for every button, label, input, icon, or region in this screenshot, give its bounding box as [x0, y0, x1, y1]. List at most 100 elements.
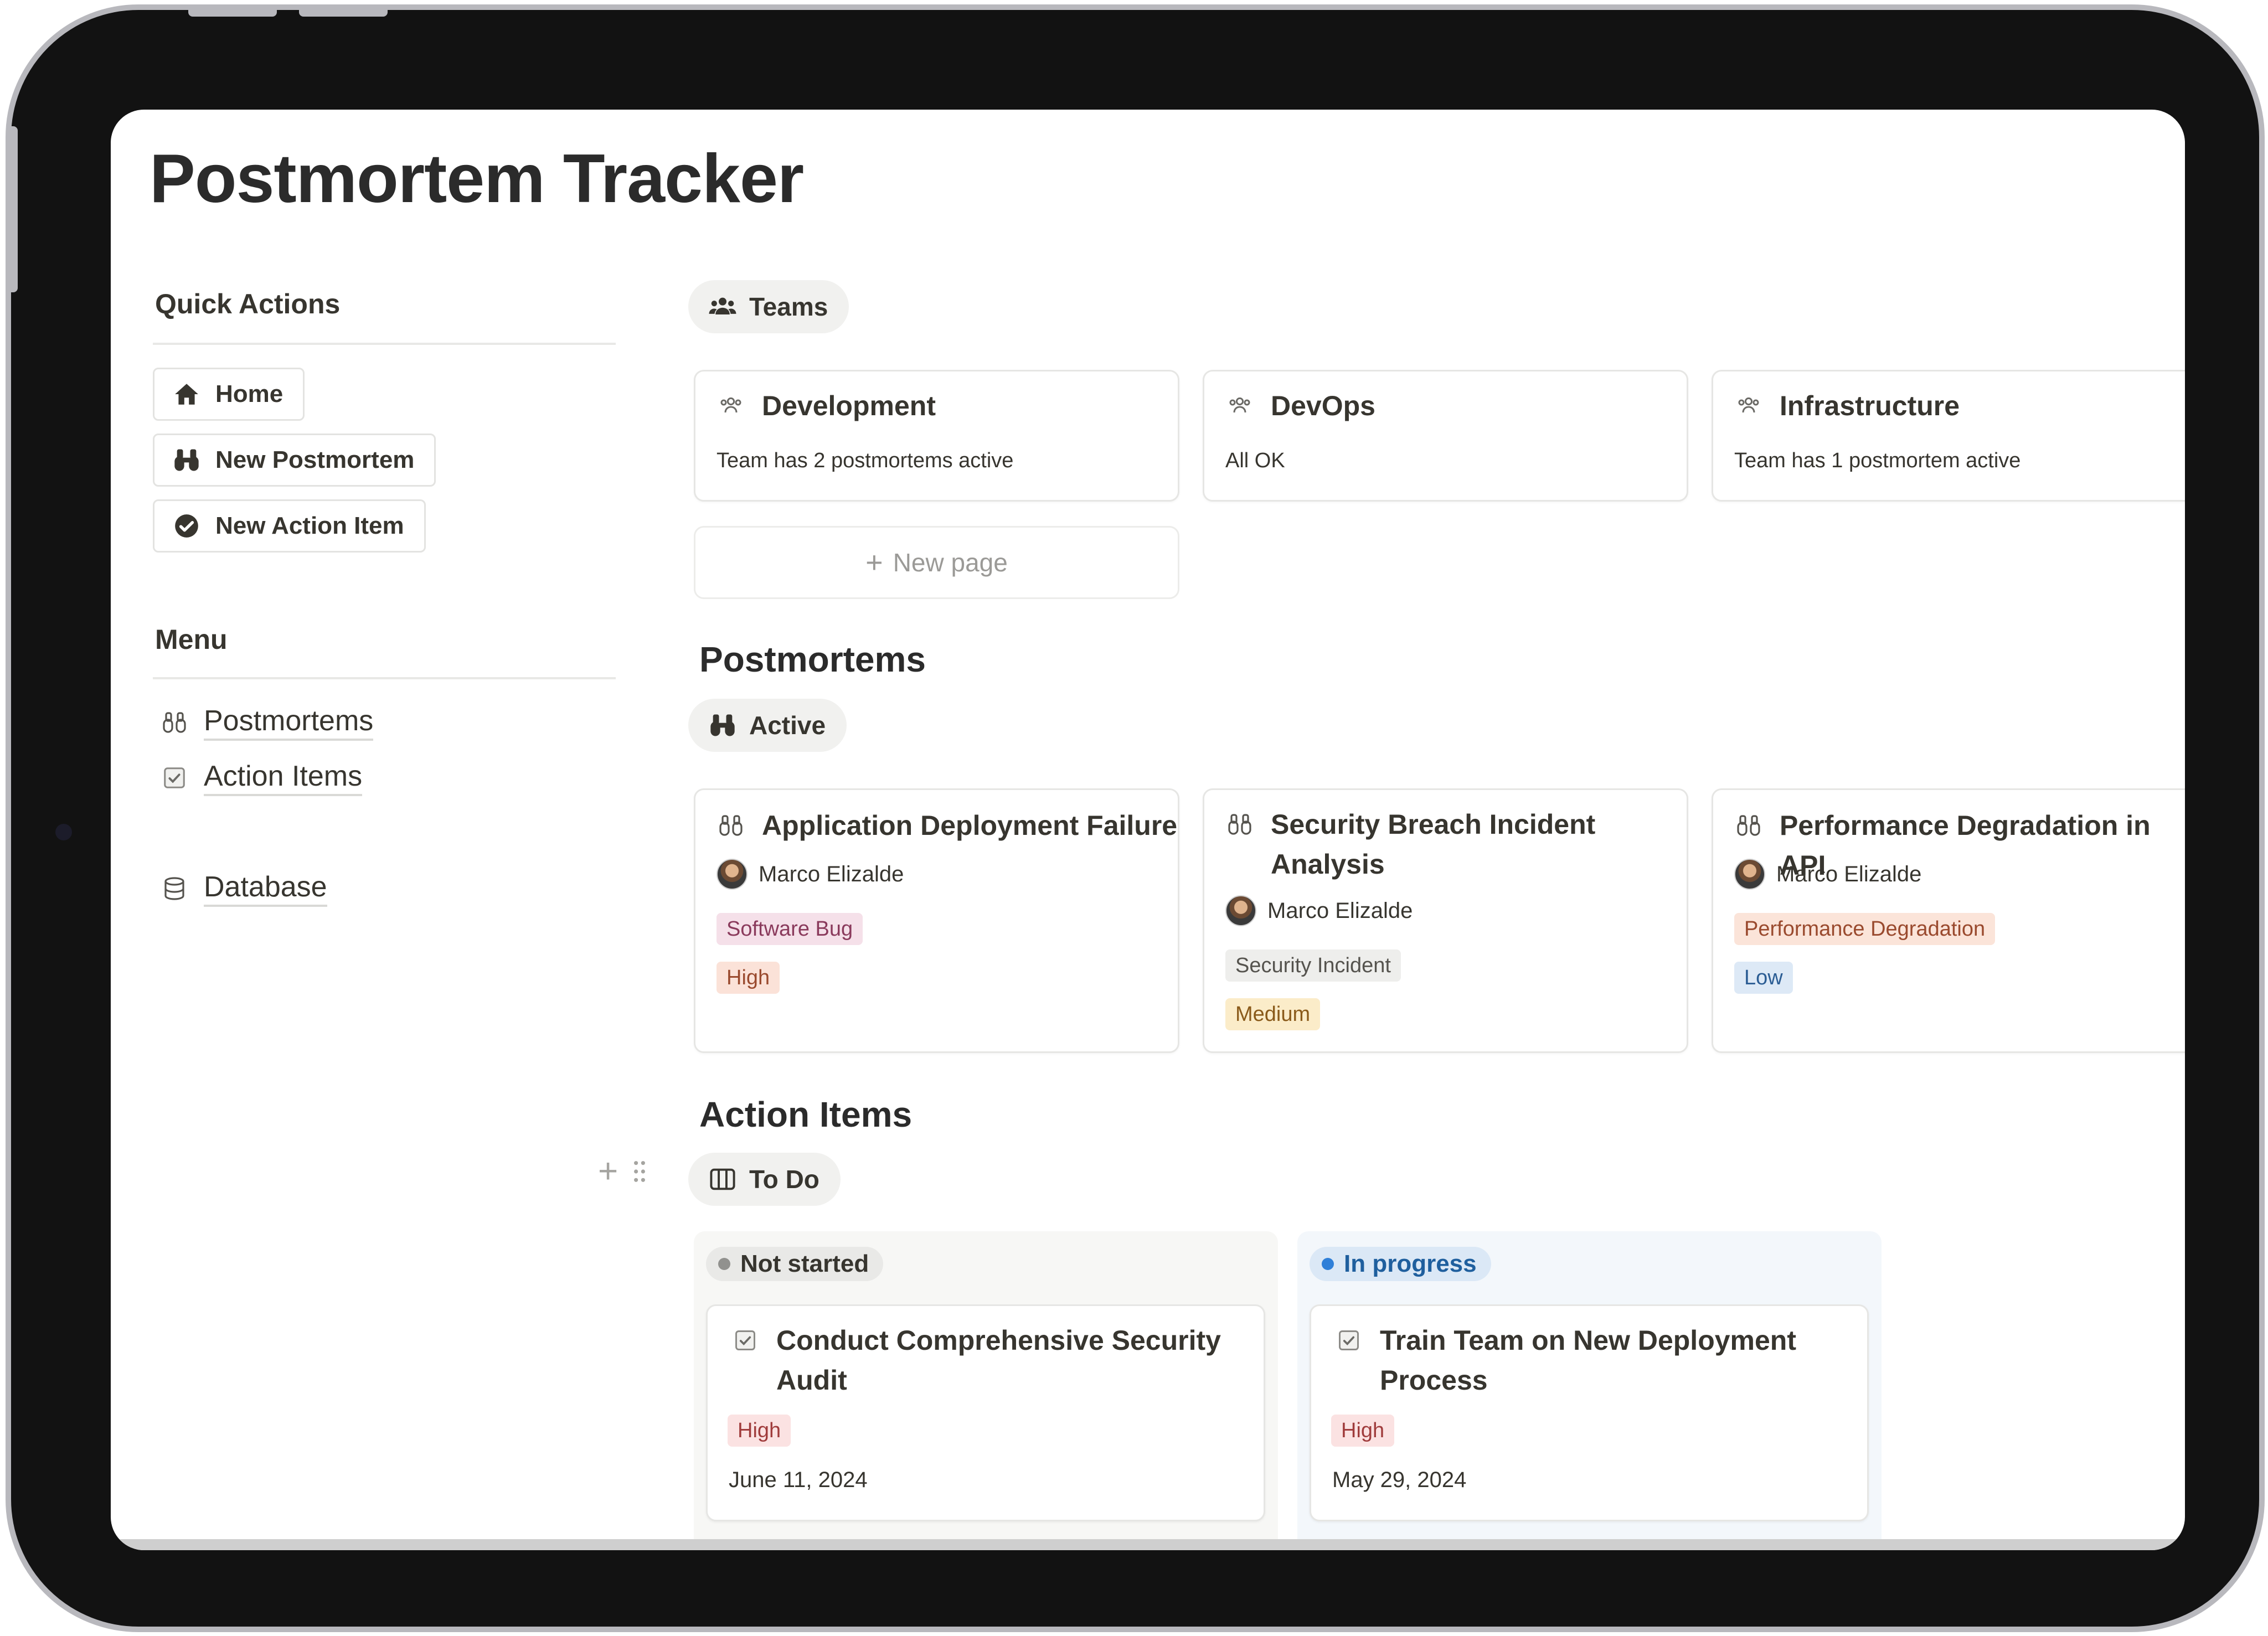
action-items-heading: Action Items — [699, 1095, 913, 1134]
team-card-development[interactable]: Development Team has 2 postmortems activ… — [694, 370, 1179, 502]
severity-tag: Low — [1734, 962, 1793, 994]
action-item-title-row: Train Team on New Deployment Process — [1334, 1320, 1833, 1400]
status-dot — [1322, 1258, 1334, 1270]
menu-divider — [153, 677, 616, 679]
menu-link-action-items-label: Action Items — [204, 760, 363, 796]
team-name: Development — [762, 390, 936, 421]
board-icon — [707, 1164, 738, 1195]
postmortem-title: Application Deployment Failure — [762, 810, 1178, 841]
new-page-label: New page — [893, 548, 1008, 577]
status-badge: In progress — [1310, 1247, 1491, 1281]
postmortem-card-title: Security Breach Incident Analysis — [1225, 804, 1646, 884]
binoculars-icon — [1225, 810, 1254, 839]
binoculars-icon — [172, 446, 201, 474]
team-status: Team has 2 postmortems active — [717, 449, 1014, 472]
category-tag: Performance Degradation — [1734, 913, 1996, 945]
status-badge: Not started — [706, 1247, 884, 1281]
plus-icon: + — [865, 546, 883, 579]
add-block-icon[interactable]: + — [598, 1152, 618, 1191]
owner-name: Marco Elizalde — [759, 861, 904, 886]
home-button[interactable]: Home — [153, 368, 305, 421]
menu-link-postmortems[interactable]: Postmortems — [161, 704, 374, 741]
team-card-title: Infrastructure — [1734, 386, 1960, 426]
binoculars-icon — [1734, 811, 1763, 840]
action-item-title: Train Team on New Deployment Process — [1380, 1325, 1797, 1396]
home-icon — [172, 380, 201, 409]
team-card-devops[interactable]: DevOps All OK — [1203, 370, 1688, 502]
menu-heading: Menu — [155, 624, 228, 655]
menu-link-action-items[interactable]: Action Items — [161, 760, 363, 796]
checkbox-icon — [161, 764, 188, 792]
due-date: June 11, 2024 — [729, 1468, 868, 1492]
postmortems-heading: Postmortems — [699, 639, 926, 679]
team-status: All OK — [1225, 449, 1285, 472]
people-outline-icon — [1225, 391, 1254, 420]
due-date: May 29, 2024 — [1332, 1468, 1467, 1492]
teams-view-tab[interactable]: Teams — [688, 280, 849, 333]
people-icon — [707, 291, 738, 322]
active-view-tab[interactable]: Active — [688, 699, 847, 752]
owner: Marco Elizalde — [717, 859, 904, 890]
board-column-not-started: Not started Conduct Comprehensive Securi… — [694, 1231, 1278, 1550]
binoculars-icon — [717, 811, 745, 840]
severity-tag: Medium — [1225, 998, 1321, 1030]
postmortem-card[interactable]: Performance Degradation in API Marco Eli… — [1712, 788, 2185, 1053]
priority-tag: High — [1331, 1415, 1395, 1447]
status-label: In progress — [1344, 1250, 1477, 1277]
team-card-title: DevOps — [1225, 386, 1375, 426]
owner: Marco Elizalde — [1225, 895, 1413, 926]
drag-handle-icon[interactable] — [632, 1159, 647, 1184]
team-status: Team has 1 postmortem active — [1734, 449, 2021, 472]
action-item-title: Conduct Comprehensive Security Audit — [776, 1325, 1221, 1396]
owner: Marco Elizalde — [1734, 859, 1921, 890]
team-card-title: Development — [717, 386, 936, 426]
new-action-item-button[interactable]: New Action Item — [153, 499, 426, 553]
avatar — [717, 859, 748, 890]
action-item-card[interactable]: Conduct Comprehensive Security Audit Hig… — [706, 1304, 1265, 1521]
severity-tag: High — [717, 962, 780, 994]
postmortem-card-title: Application Deployment Failure — [717, 806, 1177, 845]
screen-bottom-edge — [111, 1539, 2185, 1550]
teams-view-label: Teams — [749, 292, 828, 321]
postmortem-card[interactable]: Security Breach Incident Analysis Marco … — [1203, 788, 1688, 1053]
database-icon — [161, 875, 188, 902]
team-name: DevOps — [1271, 390, 1375, 421]
quick-actions-divider — [153, 343, 616, 345]
new-postmortem-button[interactable]: New Postmortem — [153, 433, 436, 487]
device-bezel: Postmortem Tracker Quick Actions Home Ne… — [6, 4, 2265, 1632]
binoculars-icon — [707, 710, 738, 741]
binoculars-icon — [161, 709, 188, 736]
front-camera — [55, 824, 72, 840]
volume-up-button — [188, 10, 277, 17]
app-screen: Postmortem Tracker Quick Actions Home Ne… — [111, 110, 2185, 1550]
team-card-infrastructure[interactable]: Infrastructure Team has 1 postmortem act… — [1712, 370, 2185, 502]
check-circle-icon — [172, 512, 201, 540]
action-item-card[interactable]: Train Team on New Deployment Process Hig… — [1310, 1304, 1869, 1521]
team-name: Infrastructure — [1780, 390, 1960, 421]
avatar — [1734, 859, 1765, 890]
todo-view-tab[interactable]: To Do — [688, 1153, 841, 1206]
page-title: Postmortem Tracker — [150, 141, 804, 217]
action-item-title-row: Conduct Comprehensive Security Audit — [731, 1320, 1229, 1400]
owner-name: Marco Elizalde — [1267, 898, 1413, 923]
active-view-label: Active — [749, 711, 826, 740]
status-dot — [718, 1258, 730, 1270]
power-button — [11, 126, 18, 292]
block-handles: + — [598, 1152, 647, 1191]
new-postmortem-button-label: New Postmortem — [215, 446, 415, 473]
home-button-label: Home — [215, 380, 284, 407]
owner-name: Marco Elizalde — [1776, 861, 1922, 886]
postmortem-card[interactable]: Application Deployment Failure Marco Eli… — [694, 788, 1179, 1053]
category-tag: Security Incident — [1225, 949, 1401, 982]
people-outline-icon — [717, 391, 745, 420]
menu-link-database[interactable]: Database — [161, 870, 327, 907]
todo-view-label: To Do — [749, 1165, 819, 1194]
checkbox-icon — [1334, 1326, 1363, 1355]
volume-down-button — [299, 10, 388, 17]
menu-link-database-label: Database — [204, 870, 327, 907]
postmortem-title: Security Breach Incident Analysis — [1271, 809, 1596, 880]
quick-actions-heading: Quick Actions — [155, 288, 341, 319]
board-column-in-progress: In progress Train Team on New Deployment… — [1297, 1231, 1882, 1550]
menu-link-postmortems-label: Postmortems — [204, 704, 374, 741]
new-page-button[interactable]: + New page — [694, 526, 1179, 599]
